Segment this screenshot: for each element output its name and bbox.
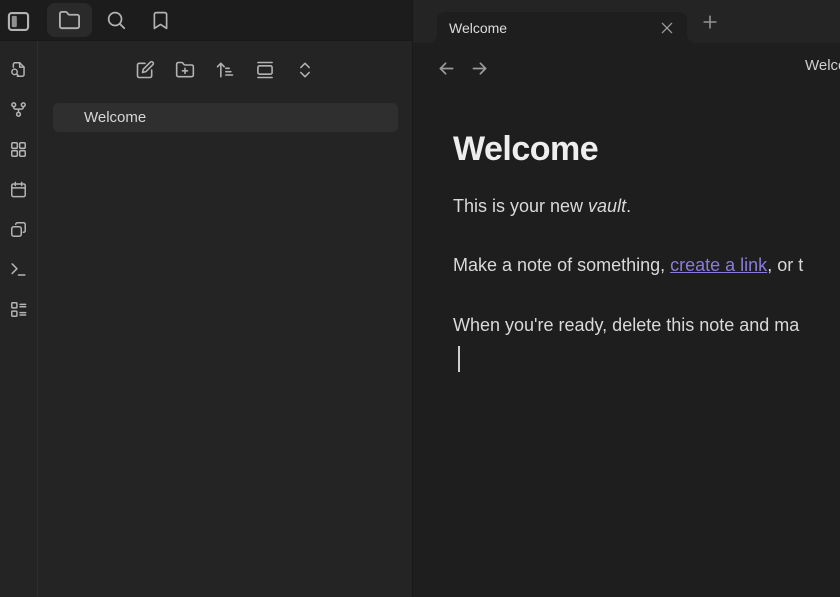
sort-order-button[interactable]: [212, 57, 238, 83]
ribbon: [0, 41, 38, 597]
x-icon: [659, 20, 675, 36]
layout-list-icon: [9, 300, 28, 319]
tab-bar: Welcome: [413, 0, 840, 43]
bookmark-icon: [150, 10, 171, 31]
file-tree-item-welcome[interactable]: Welcome: [53, 103, 398, 132]
emphasis-text: vault: [588, 196, 626, 216]
templates-button[interactable]: [5, 215, 33, 243]
navigate-forward-button[interactable]: [467, 56, 492, 81]
note-paragraph-3: When you're ready, delete this note and …: [453, 312, 840, 338]
sidebar-tab-search[interactable]: [97, 3, 135, 37]
note-breadcrumb-title[interactable]: Welcome: [805, 57, 840, 74]
daily-note-button[interactable]: [5, 175, 33, 203]
quick-switcher-button[interactable]: [5, 55, 33, 83]
chevrons-up-down-icon: [295, 60, 315, 80]
text-cursor: [458, 346, 460, 372]
note-paragraph-1: This is your new vault.: [453, 193, 840, 219]
markdown-editor[interactable]: Welcome This is your new vault. Make a n…: [413, 129, 840, 372]
tab-corner-decoration: [429, 35, 437, 43]
terminal-icon: [9, 260, 28, 279]
note-paragraph-2: Make a note of something, create a link,…: [453, 252, 840, 278]
file-explorer-panel: Welcome: [38, 41, 412, 597]
tab-close-button[interactable]: [655, 16, 679, 40]
sidebar-tab-bookmarks[interactable]: [141, 3, 179, 37]
new-folder-icon: [175, 60, 195, 80]
new-tab-button[interactable]: [697, 9, 722, 34]
graph-icon: [9, 100, 28, 119]
tab-corner-decoration: [687, 35, 695, 43]
navigate-back-button[interactable]: [434, 56, 459, 81]
graph-view-button[interactable]: [5, 95, 33, 123]
tab-title: Welcome: [449, 20, 655, 36]
create-a-link-link[interactable]: create a link: [670, 255, 767, 275]
folder-icon: [58, 9, 81, 32]
paragraph-text: This is your new: [453, 196, 588, 216]
toggle-left-sidebar-button[interactable]: [3, 7, 33, 35]
file-search-icon: [9, 60, 28, 79]
titlebar-left: [0, 0, 412, 41]
list-view-button[interactable]: [5, 295, 33, 323]
view-header: Welcome: [413, 43, 840, 88]
command-palette-button[interactable]: [5, 255, 33, 283]
new-note-icon: [135, 60, 155, 80]
panel-left-icon: [5, 8, 32, 35]
search-icon: [105, 9, 127, 31]
new-note-button[interactable]: [132, 57, 158, 83]
layout-grid-icon: [9, 140, 28, 159]
copy-icon: [9, 220, 28, 239]
arrow-left-icon: [436, 58, 457, 79]
collapse-all-button[interactable]: [292, 57, 318, 83]
plus-icon: [700, 12, 720, 32]
note-heading: Welcome: [453, 129, 840, 170]
tab-welcome[interactable]: Welcome: [437, 12, 687, 43]
sort-order-icon: [215, 60, 235, 80]
file-name-label: Welcome: [84, 109, 146, 126]
new-folder-button[interactable]: [172, 57, 198, 83]
canvas-button[interactable]: [5, 135, 33, 163]
show-tab-stack-button[interactable]: [252, 57, 278, 83]
paragraph-text: Make a note of something,: [453, 255, 670, 275]
file-explorer-toolbar: [38, 41, 412, 83]
arrow-right-icon: [469, 58, 490, 79]
paragraph-text: .: [626, 196, 631, 216]
calendar-icon: [9, 180, 28, 199]
gallery-vertical-icon: [255, 60, 275, 80]
workspace-main: Welcome Welcome Welco: [412, 0, 840, 597]
sidebar-tab-files[interactable]: [47, 3, 92, 37]
paragraph-text: , or t: [767, 255, 803, 275]
